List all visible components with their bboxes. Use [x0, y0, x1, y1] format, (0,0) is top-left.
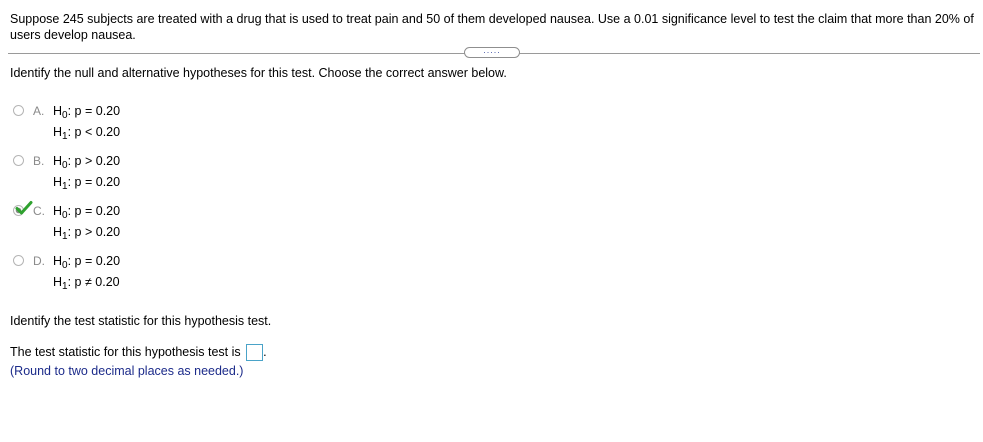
option-letter: B.: [33, 154, 45, 168]
null-hypothesis: H0: p = 0.20: [53, 254, 121, 271]
test-statistic-input[interactable]: [246, 344, 264, 361]
section-divider: .....: [8, 46, 980, 61]
radio-option-d[interactable]: [13, 255, 24, 266]
radio-option-a[interactable]: [13, 105, 24, 116]
question-hypotheses-prompt: Identify the null and alternative hypoth…: [10, 66, 507, 80]
answer-suffix: .: [263, 345, 267, 359]
question-test-statistic-prompt: Identify the test statistic for this hyp…: [10, 314, 272, 328]
rounding-hint: (Round to two decimal places as needed.): [10, 364, 244, 378]
null-hypothesis: H0: p = 0.20: [53, 204, 121, 221]
alternative-hypothesis: H1: p > 0.20: [53, 225, 121, 242]
option-letter: C.: [33, 204, 45, 218]
option-letter: A.: [33, 104, 45, 118]
alternative-hypothesis: H1: p ≠ 0.20: [53, 275, 120, 292]
show-more-button[interactable]: .....: [464, 46, 520, 58]
problem-statement: Suppose 245 subjects are treated with a …: [10, 12, 974, 42]
null-hypothesis: H0: p > 0.20: [53, 154, 121, 171]
null-hypothesis: H0: p = 0.20: [53, 104, 121, 121]
checkmark-icon: [15, 201, 33, 215]
radio-option-b[interactable]: [13, 155, 24, 166]
option-letter: D.: [33, 254, 45, 268]
answer-sentence: The test statistic for this hypothesis t…: [10, 343, 267, 361]
alternative-hypothesis: H1: p < 0.20: [53, 125, 121, 142]
answer-label: The test statistic for this hypothesis t…: [10, 345, 241, 359]
alternative-hypothesis: H1: p = 0.20: [53, 175, 121, 192]
